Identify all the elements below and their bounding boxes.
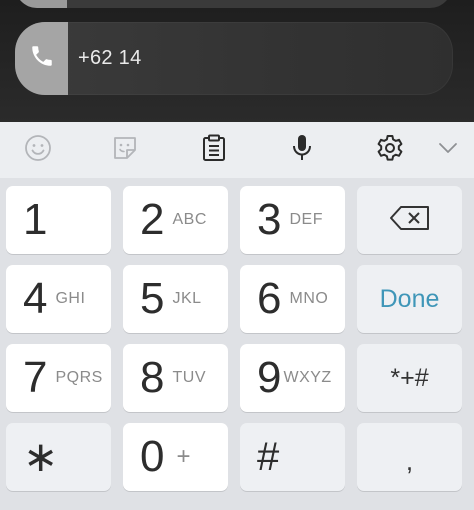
comma-label: , — [405, 445, 414, 476]
phone-call-button[interactable] — [15, 22, 68, 95]
done-key[interactable]: Done — [357, 265, 462, 333]
key-6-digit: 6 — [257, 274, 282, 323]
comma-key[interactable]: , — [357, 423, 462, 491]
settings-icon — [375, 133, 405, 168]
key-0-plus: + — [176, 443, 191, 470]
key-8-letters: TUV — [172, 369, 206, 386]
key-7[interactable]: 7 PQRS — [6, 344, 111, 412]
keyboard-toolbar — [0, 122, 474, 178]
key-3[interactable]: 3 DEF — [240, 186, 345, 254]
key-9-digit: 9 — [257, 353, 282, 402]
key-2-letters: ABC — [172, 211, 207, 228]
key-9[interactable]: 9 WXYZ — [240, 344, 345, 412]
backspace-icon — [388, 204, 432, 237]
key-4[interactable]: 4 GHI — [6, 265, 111, 333]
key-3-digit: 3 — [257, 195, 282, 244]
key-star[interactable]: ∗ — [6, 423, 111, 491]
chevron-down-icon — [438, 141, 458, 160]
sticker-button[interactable] — [97, 122, 153, 178]
key-2[interactable]: 2 ABC — [123, 186, 228, 254]
keyboard-settings-button[interactable] — [362, 122, 418, 178]
key-6[interactable]: 6 MNO — [240, 265, 345, 333]
voice-input-button[interactable] — [274, 122, 330, 178]
phone-number-digits: 14 — [112, 47, 142, 69]
key-7-letters: PQRS — [55, 369, 103, 386]
key-9-letters: WXYZ — [283, 369, 332, 386]
key-3-letters: DEF — [289, 211, 323, 228]
done-label: Done — [379, 284, 440, 313]
key-0-digit: 0 — [140, 432, 165, 481]
sticker-icon — [111, 134, 139, 167]
key-4-letters: GHI — [55, 290, 86, 307]
key-8-digit: 8 — [140, 353, 165, 402]
key-5[interactable]: 5 JKL — [123, 265, 228, 333]
previous-input-row — [15, 0, 452, 8]
phone-icon — [29, 43, 55, 74]
key-2-digit: 2 — [140, 195, 165, 244]
symbols-label: *+# — [390, 363, 429, 392]
key-5-letters: JKL — [172, 290, 202, 307]
key-4-digit: 4 — [23, 274, 48, 323]
key-6-letters: MNO — [289, 290, 329, 307]
app-content-area: +62 14 — [0, 0, 474, 122]
key-5-digit: 5 — [140, 274, 165, 323]
emoji-icon — [24, 134, 52, 167]
key-0[interactable]: 0 + — [123, 423, 228, 491]
key-1[interactable]: 1 — [6, 186, 111, 254]
clipboard-button[interactable] — [186, 122, 242, 178]
microphone-icon — [290, 133, 314, 168]
key-hash-symbol: # — [257, 435, 280, 479]
country-code: +62 — [78, 47, 113, 69]
key-star-symbol: ∗ — [23, 433, 59, 480]
phone-number-input[interactable]: +62 14 — [78, 22, 142, 95]
key-hash[interactable]: # — [240, 423, 345, 491]
key-7-digit: 7 — [23, 353, 48, 402]
numeric-keypad: 1 2 ABC 3 DEF 4 GHI 5 JKL 6 MNO Done 7 P… — [0, 178, 474, 510]
backspace-key[interactable] — [357, 186, 462, 254]
clipboard-icon — [201, 134, 227, 167]
emoji-button[interactable] — [10, 122, 66, 178]
symbols-key[interactable]: *+# — [357, 344, 462, 412]
key-8[interactable]: 8 TUV — [123, 344, 228, 412]
hide-keyboard-button[interactable] — [420, 122, 474, 178]
previous-row-icon-button[interactable] — [15, 0, 67, 8]
key-1-digit: 1 — [23, 195, 48, 244]
phone-number-field[interactable]: +62 14 — [15, 22, 453, 95]
